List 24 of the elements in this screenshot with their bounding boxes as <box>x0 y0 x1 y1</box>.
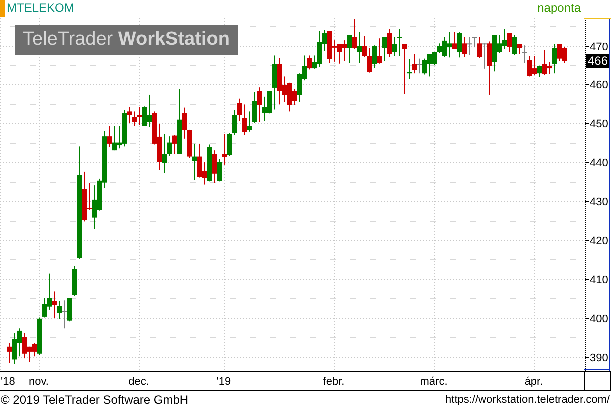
price-axis-label: 440 <box>590 158 608 170</box>
last-price-tag: 466 <box>586 54 609 68</box>
price-axis-label: 430 <box>590 196 608 208</box>
date-axis-label: márc. <box>420 376 448 388</box>
price-axis-label: 420 <box>590 236 608 248</box>
date-axis-label: '19 <box>216 376 232 388</box>
interval-label: naponta <box>538 0 581 17</box>
price-axis-label: 390 <box>590 352 608 364</box>
copyright-text: © 2019 TeleTrader Software GmbH <box>0 392 189 409</box>
date-axis-label: dec. <box>128 376 150 388</box>
symbol-marker <box>0 0 5 17</box>
candlestick <box>72 266 77 296</box>
price-axis-label: 410 <box>590 274 608 286</box>
price-axis-label: 450 <box>590 118 608 130</box>
date-axis-label: nov. <box>29 376 49 388</box>
price-axis-label: 460 <box>590 80 608 92</box>
date-axis-label: febr. <box>323 376 345 388</box>
date-axis-label: '18 <box>1 376 16 388</box>
symbol-name: MTELEKOM <box>6 0 74 17</box>
price-axis-label: 400 <box>590 314 608 326</box>
logo-text: TeleTrader WorkStation <box>15 25 238 55</box>
website-url[interactable]: https://workstation.teletrader.com/ <box>446 391 611 409</box>
price-axis-label: 470 <box>590 42 608 54</box>
date-axis-label: ápr. <box>524 376 544 388</box>
